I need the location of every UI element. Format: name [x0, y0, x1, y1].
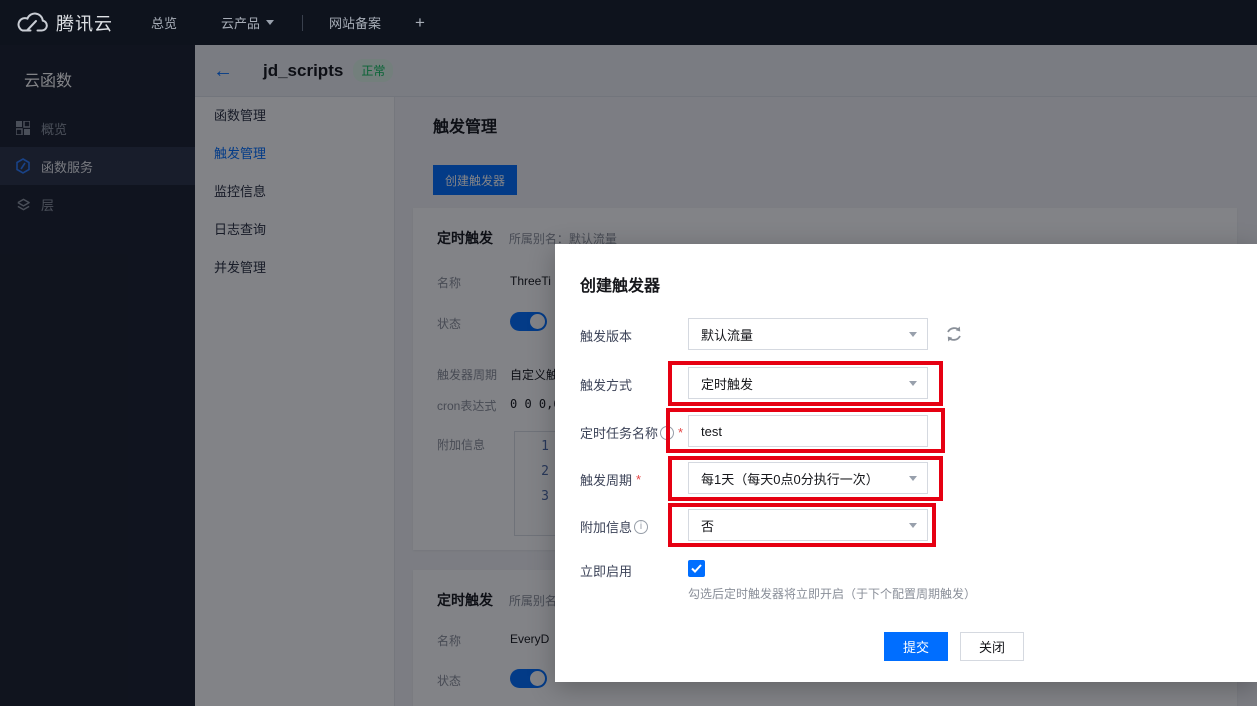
top-navbar: 腾讯云 总览 云产品 网站备案 +: [0, 0, 1257, 45]
chevron-down-icon: [909, 476, 917, 481]
task-name-label-text: 定时任务名称: [580, 423, 658, 442]
topnav-products-label: 云产品: [221, 13, 260, 32]
enable-now-hint: 勾选后定时触发器将立即开启（于下个配置周期触发）: [688, 585, 976, 602]
topnav-divider: [302, 15, 303, 31]
chevron-down-icon: [909, 381, 917, 386]
chevron-down-icon: [909, 523, 917, 528]
trigger-period-select[interactable]: 每1天（每天0点0分执行一次）: [688, 462, 928, 494]
topnav-products[interactable]: 云产品: [221, 13, 274, 32]
field-label-method: 触发方式: [580, 375, 632, 394]
tencent-cloud-logo[interactable]: 腾讯云: [16, 10, 113, 36]
required-asterisk: *: [636, 472, 641, 487]
close-button[interactable]: 关闭: [960, 632, 1024, 661]
topnav-overview[interactable]: 总览: [151, 13, 177, 32]
chevron-down-icon: [266, 20, 274, 25]
field-label-period: 触发周期 *: [580, 470, 641, 489]
create-trigger-modal: 创建触发器 触发版本 默认流量 触发方式 定时触发 定时任务名称 * 触发周期 …: [555, 244, 1257, 682]
trigger-method-value: 定时触发: [701, 374, 753, 393]
field-label-extra: 附加信息: [580, 517, 648, 536]
trigger-period-value: 每1天（每天0点0分执行一次）: [701, 469, 879, 488]
version-select[interactable]: 默认流量: [688, 318, 928, 350]
refresh-icon[interactable]: [944, 324, 964, 344]
info-icon[interactable]: [660, 426, 674, 440]
check-icon: [691, 564, 702, 573]
extra-label-text: 附加信息: [580, 517, 632, 536]
cloud-logo-icon: [16, 12, 48, 34]
enable-now-checkbox[interactable]: [688, 560, 705, 577]
field-label-version: 触发版本: [580, 326, 632, 345]
version-select-value: 默认流量: [701, 325, 753, 344]
chevron-down-icon: [909, 332, 917, 337]
period-label-text: 触发周期: [580, 470, 632, 489]
app-window: 腾讯云 总览 云产品 网站备案 + 云函数 概览 函数服务: [0, 0, 1257, 706]
required-asterisk: *: [678, 425, 683, 440]
topnav-beian[interactable]: 网站备案: [329, 13, 381, 32]
extra-info-select[interactable]: 否: [688, 509, 928, 541]
field-label-task-name: 定时任务名称 *: [580, 423, 683, 442]
submit-button[interactable]: 提交: [884, 632, 948, 661]
task-name-input[interactable]: [688, 415, 928, 447]
trigger-method-select[interactable]: 定时触发: [688, 367, 928, 399]
info-icon[interactable]: [634, 520, 648, 534]
add-tab-button[interactable]: +: [415, 13, 425, 33]
modal-title: 创建触发器: [580, 272, 660, 296]
field-label-enable: 立即启用: [580, 561, 632, 580]
extra-info-value: 否: [701, 516, 714, 535]
brand-text: 腾讯云: [56, 10, 113, 36]
